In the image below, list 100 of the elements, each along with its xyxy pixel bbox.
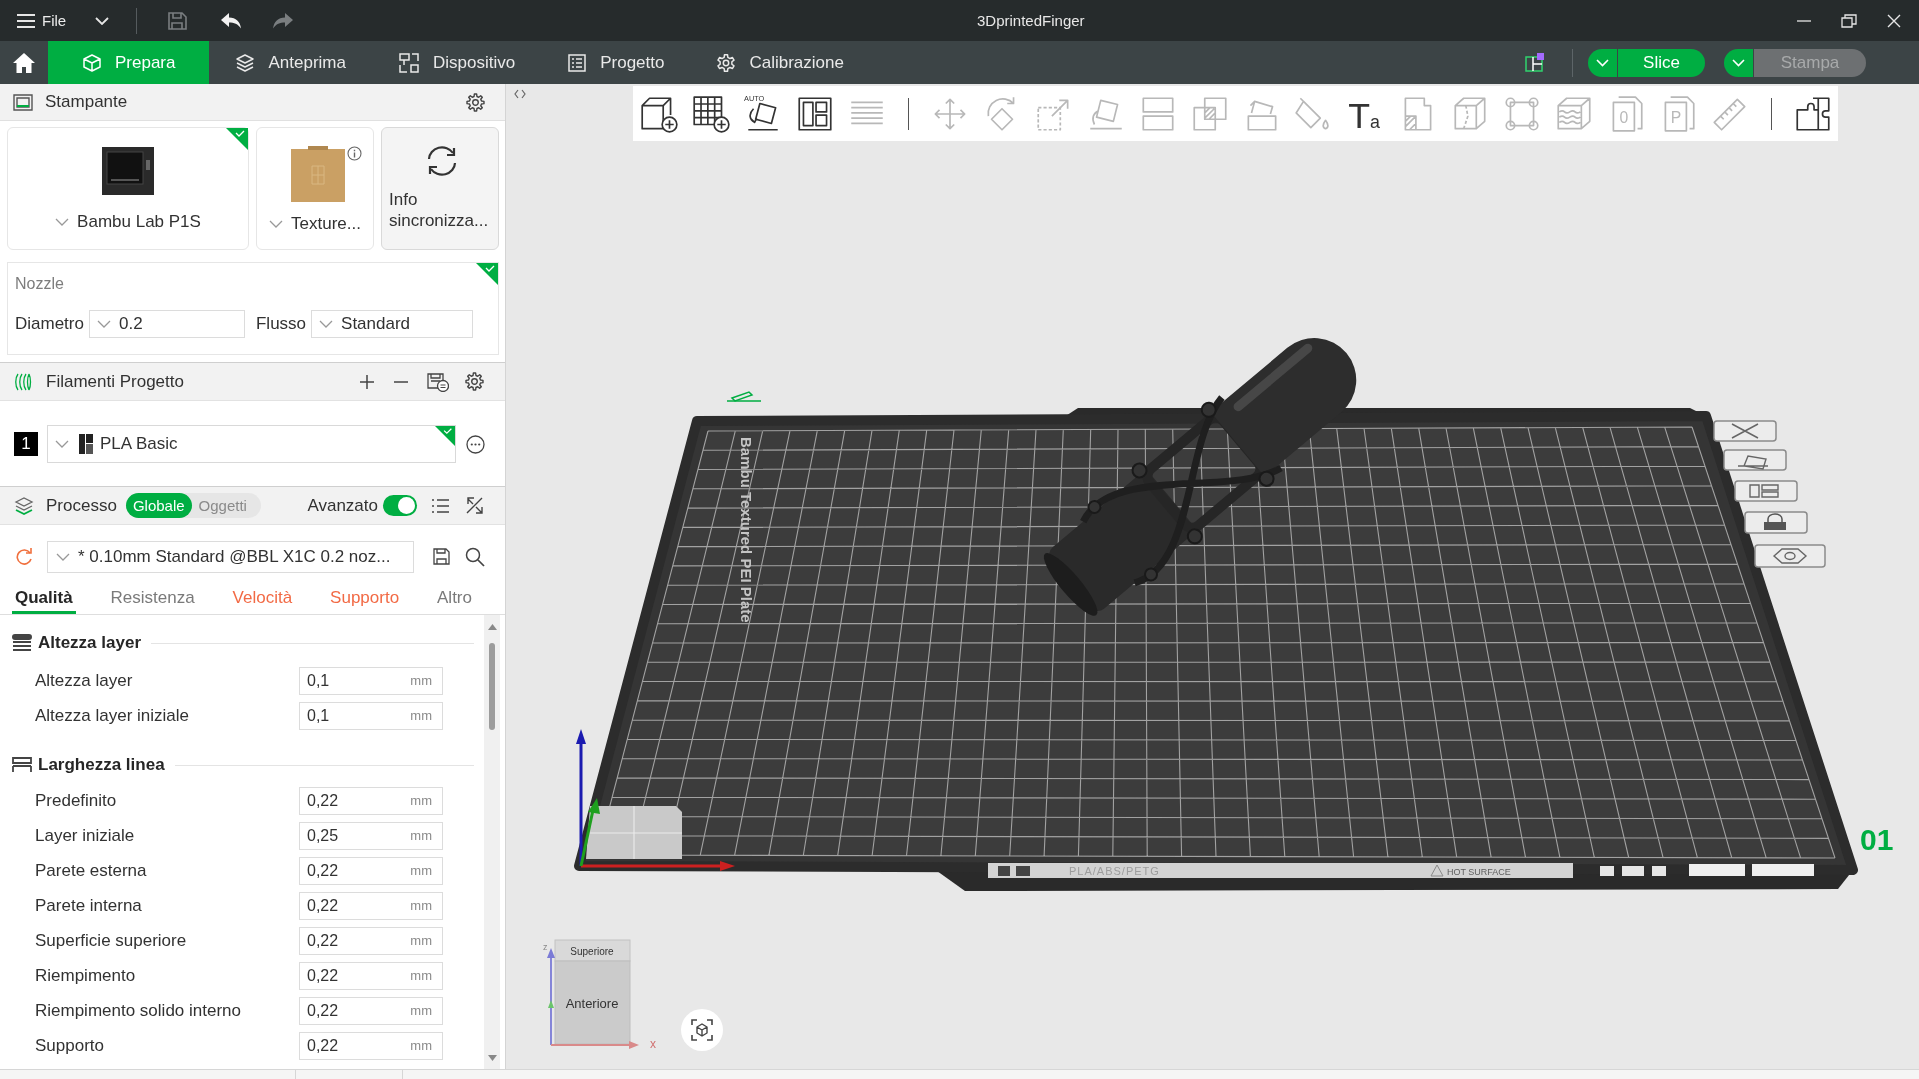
print-options-button[interactable] [1724, 48, 1753, 77]
filament-dropdown[interactable]: PLA Basic [47, 425, 456, 463]
group-title: Altezza layer [38, 633, 141, 653]
main-tab[interactable]: Calibrazione [690, 41, 870, 84]
value-field[interactable]: 0,22 mm [299, 1031, 443, 1060]
blank-tab [1689, 864, 1745, 876]
view-cube-label[interactable]: Anteriore [565, 996, 619, 1011]
group-title: Larghezza linea [38, 755, 165, 775]
settings-tab[interactable]: Resistenza [107, 588, 198, 614]
settings-tab[interactable]: Altro [434, 588, 475, 614]
chevron-down-icon [1732, 58, 1745, 67]
main-tab[interactable]: Dispositivo [371, 41, 542, 84]
list-icon [567, 52, 588, 73]
value-field[interactable]: 0,1 mm [299, 701, 443, 730]
setting-label: Parete interna [34, 895, 143, 916]
settings-tab[interactable]: Qualità [12, 588, 76, 614]
scroll-up-icon[interactable] [487, 624, 497, 630]
toggle-label: Avanzato [307, 495, 378, 516]
delete-plate-icon[interactable] [1713, 420, 1777, 442]
scroll-down-icon[interactable] [487, 1055, 497, 1061]
setting-label: Predefinito [34, 790, 118, 811]
section-title: Processo [46, 495, 117, 516]
advanced-toggle[interactable] [383, 495, 417, 516]
filament-color-icon [79, 434, 93, 454]
setting-label: Superficie superiore [34, 930, 188, 951]
main-tab[interactable]: Anteprima [209, 41, 372, 84]
refresh-icon[interactable] [15, 547, 34, 565]
search-icon[interactable] [465, 547, 485, 567]
hexagon-settings-icon[interactable] [1754, 544, 1826, 568]
fit-view-button[interactable] [681, 1009, 723, 1051]
save-icon[interactable] [432, 547, 451, 566]
plate-number: 01 [1860, 823, 1894, 856]
setting-label: Altezza layer iniziale [34, 705, 190, 726]
more-icon[interactable] [466, 434, 485, 454]
filament-number-badge: 1 [14, 432, 38, 456]
field-label: Diametro [15, 314, 84, 334]
layer-stack-icon [12, 634, 32, 652]
axis-label: z [543, 942, 548, 952]
printer-icon [101, 146, 155, 196]
filament-spools-icon [14, 372, 34, 391]
blank-tab [1752, 864, 1814, 876]
value-field[interactable]: 0,22 mm [299, 926, 443, 955]
printer-icon [13, 93, 33, 111]
value-field[interactable]: 0,22 mm [299, 786, 443, 815]
cube-icon [82, 52, 102, 73]
layers-icon [14, 496, 34, 515]
chevron-down-icon [55, 218, 70, 226]
value-field[interactable]: 0,22 mm [299, 961, 443, 990]
process-preset-dropdown[interactable]: * 0.10mm Standard @BBL X1C 0.2 noz... [47, 541, 414, 573]
device-icon [397, 51, 420, 74]
chevron-down-icon [319, 320, 334, 328]
value-field[interactable]: 0,1 mm [299, 666, 443, 695]
scrollbar[interactable] [484, 615, 500, 1069]
value-field[interactable]: 0,22 mm [299, 891, 443, 920]
scrollbar-thumb[interactable] [489, 643, 495, 730]
chevron-down-icon[interactable] [95, 16, 110, 25]
sync-info-button[interactable]: Info sincronizza... [381, 127, 499, 250]
setting-label: Parete esterna [34, 860, 148, 881]
arrange-plate-icon[interactable] [1734, 480, 1798, 502]
build-plate-icon [290, 146, 346, 204]
file-menu-button[interactable]: File [16, 12, 67, 29]
plus-icon[interactable] [359, 373, 375, 390]
value-field[interactable]: 0,22 mm [299, 996, 443, 1025]
edit-icon[interactable] [726, 391, 762, 402]
slice-options-button[interactable] [1588, 48, 1617, 77]
orient-plate-icon[interactable] [1723, 449, 1787, 471]
square-mark-icon [998, 866, 1010, 876]
section-label: Nozzle [15, 274, 65, 294]
plate-type-selector[interactable]: Texture... [256, 127, 374, 250]
printer-sync-icon[interactable] [427, 371, 449, 392]
undo-icon[interactable] [219, 10, 244, 31]
setting-label: Altezza layer [34, 670, 134, 691]
value-field[interactable]: 0,22 mm [299, 856, 443, 885]
text-tool-icon[interactable]: Ta [1345, 92, 1387, 135]
panel-layout-icon[interactable] [1525, 53, 1544, 72]
settings-icon[interactable] [466, 92, 485, 112]
3d-model-drawing[interactable] [1043, 338, 1357, 616]
setting-label: Riempimento [34, 965, 137, 986]
settings-icon[interactable] [465, 372, 484, 391]
plate-strip-text: HOT SURFACE [1447, 867, 1511, 877]
diagonal-arrows-icon[interactable] [465, 496, 484, 515]
home-icon[interactable] [12, 51, 36, 74]
main-tab[interactable]: Progetto [541, 41, 691, 84]
view-cube[interactable] [554, 939, 631, 1045]
plate-label: Bambu Textured PEI Plate [738, 437, 755, 623]
restore-icon[interactable] [1841, 13, 1857, 28]
printer-selector[interactable]: Bambu Lab P1S [7, 127, 249, 250]
window-title: 3DprintedFinger [977, 12, 1085, 29]
collapse-panel-icon[interactable] [514, 89, 526, 99]
dropdown-field[interactable]: 0.2 [88, 310, 245, 338]
dropdown-field[interactable]: Standard [311, 310, 474, 338]
chevron-down-icon [96, 320, 111, 328]
lock-icon[interactable] [1744, 511, 1808, 534]
list-icon[interactable] [431, 497, 449, 514]
axis-label: x [650, 1037, 656, 1051]
value-field[interactable]: 0,25 mm [299, 821, 443, 850]
close-icon[interactable] [1887, 13, 1901, 28]
square-mark-icon [1016, 866, 1030, 876]
info-icon[interactable] [347, 146, 362, 161]
layers-icon [235, 52, 256, 73]
